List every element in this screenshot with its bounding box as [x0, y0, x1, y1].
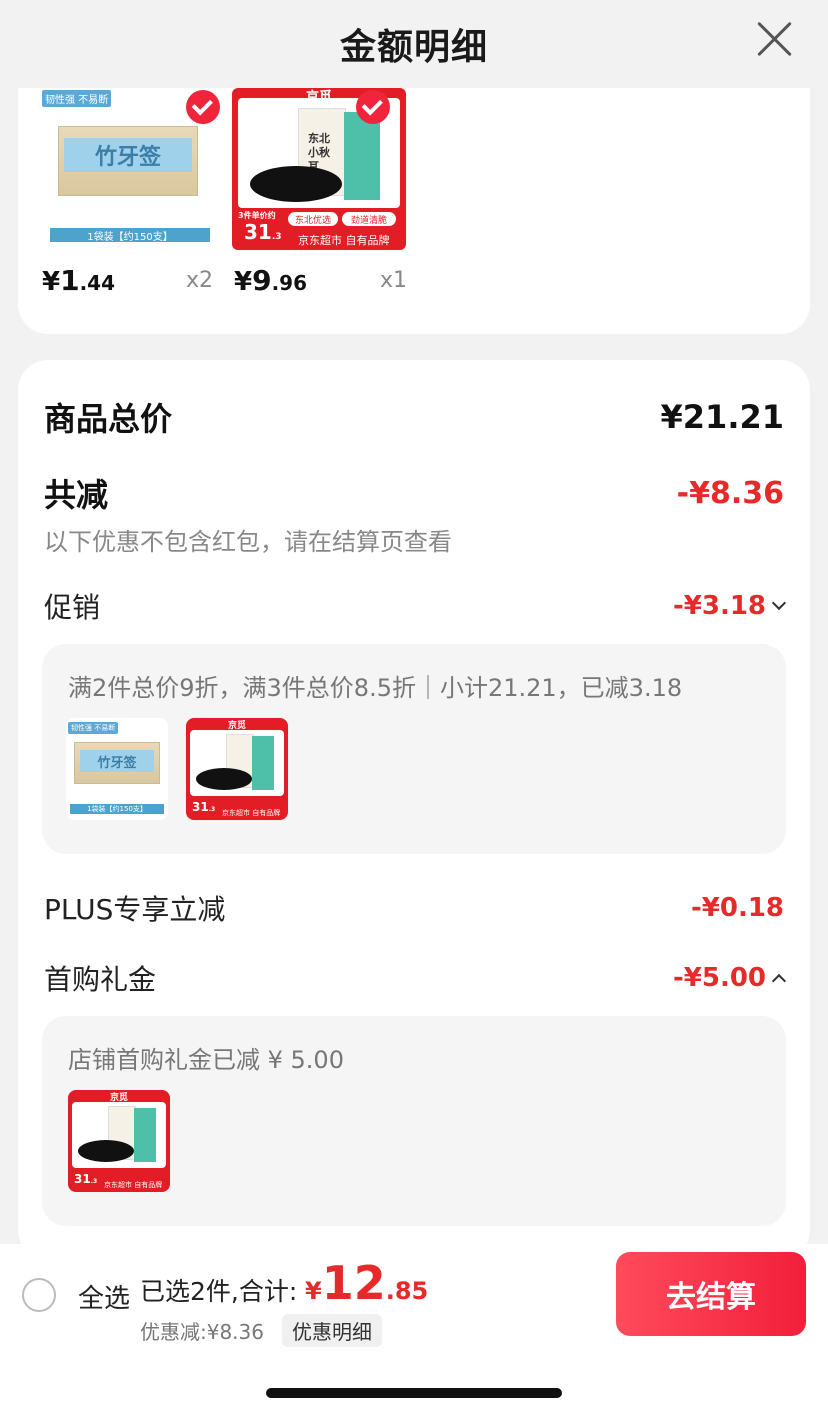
checked-icon[interactable] — [186, 90, 220, 124]
discount-detail-button[interactable]: 优惠明细 — [282, 1314, 382, 1347]
product-qty: x1 — [380, 268, 408, 293]
promo-value: -¥3.18 — [673, 591, 787, 621]
gift-value: -¥5.00 — [673, 963, 787, 993]
product-item-toothpick[interactable]: 韧性强 不易断 竹牙签 1袋装【约150支】 — [42, 88, 220, 250]
total-price: ¥12.85 — [305, 1256, 429, 1310]
select-all-label[interactable]: 全选 — [78, 1278, 130, 1315]
goods-total-value: ¥21.21 — [660, 398, 784, 436]
gift-row[interactable]: 首购礼金 -¥5.00 — [44, 958, 787, 998]
reduction-value: -¥8.36 — [676, 475, 784, 511]
plus-row: PLUS专享立减 -¥0.18 — [44, 888, 784, 928]
selected-count-text: 已选2件,合计: — [140, 1277, 298, 1306]
chevron-up-icon[interactable] — [771, 973, 787, 989]
close-icon[interactable] — [754, 18, 794, 58]
chevron-down-icon[interactable] — [771, 595, 787, 611]
goods-total-label: 商品总价 — [44, 400, 173, 438]
modal-title: 金额明细 — [339, 27, 488, 68]
discount-text: 优惠减:¥8.36 — [140, 1320, 264, 1344]
reduction-row: 共减 -¥8.36 — [44, 470, 784, 516]
plus-label: PLUS专享立减 — [44, 893, 226, 926]
gift-product-fungus: 京觅 31.3 京东超市 自有品牌 — [68, 1090, 170, 1192]
pack-count-bar: 1袋装【约150支】 — [50, 228, 210, 243]
fungus-bowl — [250, 166, 342, 202]
goods-total-row: 商品总价 ¥21.21 — [44, 394, 784, 440]
home-indicator — [266, 1388, 562, 1398]
promo-detail-text: 满2件总价9折，满3件总价8.5折｜小计21.21，已减3.18 — [68, 674, 683, 702]
promo-product-fungus: 京觅 31.3 京东超市 自有品牌 — [186, 718, 288, 820]
unit-price: 31.3 — [244, 220, 282, 244]
product-tag: 韧性强 不易断 — [42, 90, 112, 107]
selected-products-card: 韧性强 不易断 竹牙签 1袋装【约150支】 ¥1.44 x2 京觅 东北小秋耳… — [18, 88, 810, 334]
reduction-label: 共减 — [44, 476, 109, 514]
product-qty: x2 — [186, 268, 214, 293]
gift-detail-panel: 店铺首购礼金已减 ¥ 5.00 京觅 31.3 京东超市 自有品牌 — [42, 1016, 786, 1226]
gift-label: 首购礼金 — [44, 963, 157, 996]
price-detail-card: 商品总价 ¥21.21 共减 -¥8.36 以下优惠不包含红包，请在结算页查看 … — [18, 360, 810, 1260]
product-price: ¥1.44 — [42, 264, 116, 297]
checked-icon[interactable] — [356, 90, 390, 124]
reduction-note: 以下优惠不包含红包，请在结算页查看 — [44, 528, 452, 556]
promo-row[interactable]: 促销 -¥3.18 — [44, 586, 787, 626]
pack-label: 竹牙签 — [64, 138, 192, 172]
promo-detail-panel: 满2件总价9折，满3件总价8.5折｜小计21.21，已减3.18 韧性强 不易断… — [42, 644, 786, 854]
select-all-radio[interactable] — [22, 1278, 56, 1312]
product-item-fungus[interactable]: 京觅 东北小秋耳 3件单价约 31.3 东北优选 劲道清脆 京东超市 自有品牌 — [232, 88, 407, 250]
promo-label: 促销 — [44, 591, 101, 624]
modal-header: 金额明细 — [0, 0, 828, 88]
plus-value: -¥0.18 — [690, 893, 784, 923]
checkout-button[interactable]: 去结算 — [616, 1252, 806, 1336]
promo-product-toothpick: 韧性强 不易断 竹牙签 1袋装【约150支】 — [66, 718, 168, 820]
product-price: ¥9.96 — [234, 264, 308, 297]
gift-detail-text: 店铺首购礼金已减 ¥ 5.00 — [68, 1046, 344, 1074]
